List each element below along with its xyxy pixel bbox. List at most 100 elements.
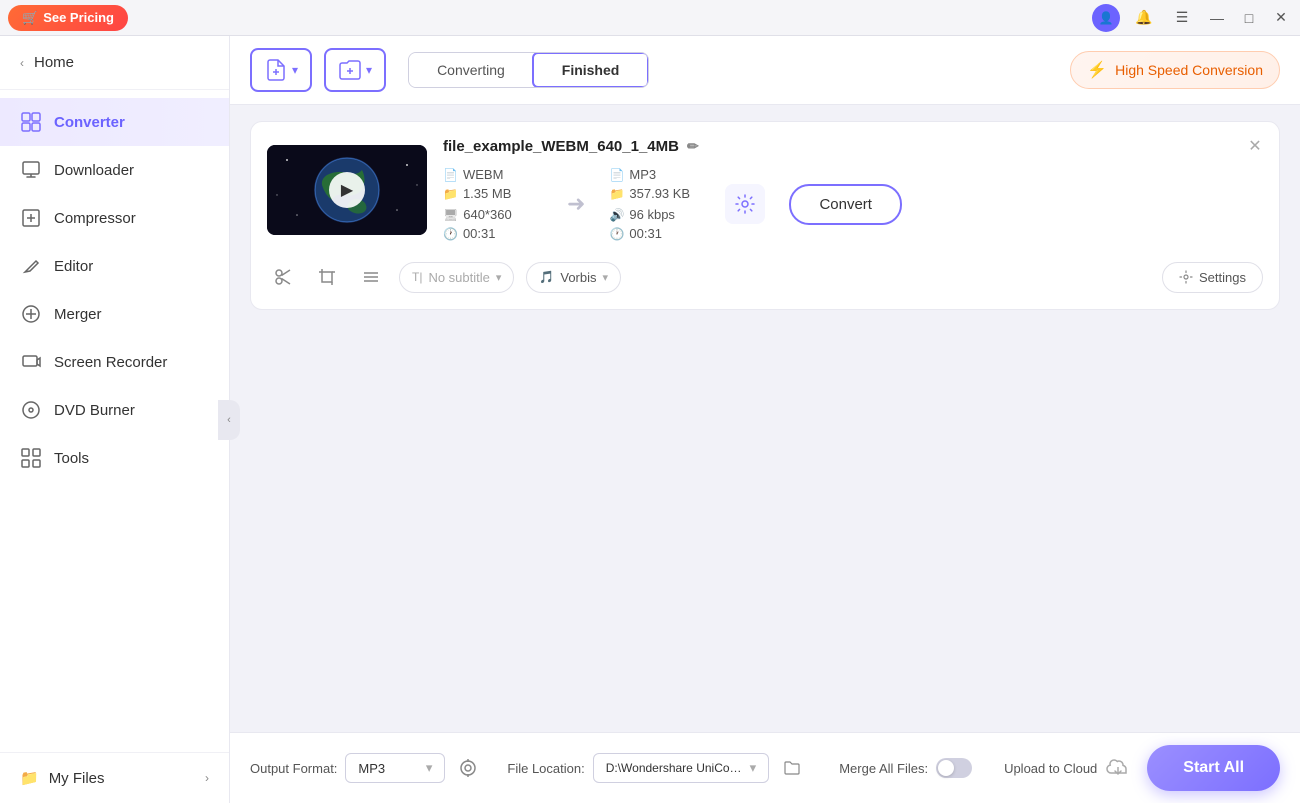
screen-recorder-icon xyxy=(20,351,42,373)
see-pricing-button[interactable]: 🛒 See Pricing xyxy=(8,5,128,31)
output-format-value: MP3 xyxy=(358,761,385,776)
crop-button[interactable] xyxy=(311,261,343,293)
sidebar-item-label: Merger xyxy=(54,306,102,323)
hamburger-icon[interactable]: ☰ xyxy=(1168,4,1196,32)
minimize-button[interactable]: — xyxy=(1206,7,1228,29)
browse-folder-button[interactable] xyxy=(777,753,807,783)
file-thumbnail[interactable]: ▶ xyxy=(267,145,427,235)
convert-arrow: ➜ xyxy=(551,191,601,217)
edit-icon[interactable]: ✏ xyxy=(687,138,699,155)
sidebar-item-label: Compressor xyxy=(54,210,136,227)
maximize-button[interactable]: □ xyxy=(1238,7,1260,29)
settings-label: Settings xyxy=(1199,270,1246,285)
target-folder-icon: 📁 xyxy=(609,187,624,201)
source-resolution: 🖥 640*360 xyxy=(443,207,543,222)
close-card-button[interactable]: ✕ xyxy=(1243,134,1267,158)
filename-text: file_example_WEBM_640_1_4MB xyxy=(443,138,679,155)
source-size-value: 1.35 MB xyxy=(463,186,511,201)
output-format-label: Output Format: xyxy=(250,761,337,776)
app-layout: ‹ Home Converter xyxy=(0,36,1300,803)
target-size: 📁 357.93 KB xyxy=(609,186,709,201)
target-duration-value: 00:31 xyxy=(629,226,662,241)
user-icon: 👤 xyxy=(1099,11,1114,25)
user-avatar[interactable]: 👤 xyxy=(1092,4,1120,32)
target-bitrate: 🔊 96 kbps xyxy=(609,207,709,222)
notification-icon[interactable]: 🔔 xyxy=(1130,4,1158,32)
target-file-icon: 📄 xyxy=(609,168,624,182)
sidebar-item-tools[interactable]: Tools xyxy=(0,434,229,482)
merge-label: Merge All Files: xyxy=(839,761,928,776)
add-file-button[interactable]: ▾ xyxy=(250,48,312,92)
tab-finished[interactable]: Finished xyxy=(532,52,650,88)
sidebar-item-label: Downloader xyxy=(54,162,134,179)
file-card-bottom: T| No subtitle ▾ 🎵 Vorbis ▾ xyxy=(267,253,1263,293)
cart-icon: 🛒 xyxy=(22,10,38,26)
folder-icon: 📁 xyxy=(443,187,458,201)
audio-waves-icon: 🎵 xyxy=(539,270,554,284)
clock-icon: 🕐 xyxy=(443,227,458,241)
sidebar-collapse-button[interactable]: ‹ xyxy=(218,400,240,440)
convert-button[interactable]: Convert xyxy=(789,184,902,225)
target-size-value: 357.93 KB xyxy=(629,186,690,201)
close-button[interactable]: ✕ xyxy=(1270,7,1292,29)
sidebar-item-converter[interactable]: Converter xyxy=(0,98,229,146)
format-chevron-icon: ▾ xyxy=(426,760,433,776)
file-info: file_example_WEBM_640_1_4MB ✏ 📄 WEBM xyxy=(443,138,1263,241)
source-meta-group: 📄 WEBM 📁 1.35 MB 🖥 640*360 xyxy=(443,167,543,241)
file-meta: 📄 WEBM 📁 1.35 MB 🖥 640*360 xyxy=(443,167,1263,241)
main-content: ▾ ▾ Converting Finished ⚡ High Speed Con… xyxy=(230,36,1300,803)
bottom-bar: Output Format: MP3 ▾ File Location: xyxy=(230,732,1300,803)
merge-toggle[interactable] xyxy=(936,758,972,778)
sidebar: ‹ Home Converter xyxy=(0,36,230,803)
file-icon: 📄 xyxy=(443,168,458,182)
file-location-select[interactable]: D:\Wondershare UniConverter t ▾ xyxy=(593,753,770,783)
sidebar-item-dvd-burner[interactable]: DVD Burner xyxy=(0,386,229,434)
add-file-icon xyxy=(264,58,288,82)
back-arrow-icon: ‹ xyxy=(20,56,24,70)
sidebar-item-label: Editor xyxy=(54,258,93,275)
scan-icon xyxy=(458,758,478,778)
source-duration-value: 00:31 xyxy=(463,226,496,241)
high-speed-button[interactable]: ⚡ High Speed Conversion xyxy=(1070,51,1280,89)
source-resolution-value: 640*360 xyxy=(463,207,511,222)
merger-icon xyxy=(20,303,42,325)
sidebar-item-label: Converter xyxy=(54,114,125,131)
effects-button[interactable] xyxy=(355,261,387,293)
source-format: 📄 WEBM xyxy=(443,167,543,182)
sidebar-my-files[interactable]: 📁 My Files › xyxy=(0,752,229,803)
sidebar-item-label: Tools xyxy=(54,450,89,467)
output-format-group: Output Format: MP3 ▾ xyxy=(250,753,483,783)
source-duration: 🕐 00:31 xyxy=(443,226,543,241)
file-area: ✕ xyxy=(230,105,1300,732)
sidebar-item-compressor[interactable]: Compressor xyxy=(0,194,229,242)
scan-button[interactable] xyxy=(453,753,483,783)
upload-to-cloud-label: Upload to Cloud xyxy=(1004,761,1097,776)
tab-converting[interactable]: Converting xyxy=(409,53,533,87)
toggle-knob xyxy=(938,760,954,776)
play-button[interactable]: ▶ xyxy=(329,172,365,208)
format-settings-button[interactable] xyxy=(725,184,765,224)
cloud-icon xyxy=(1105,757,1131,777)
sidebar-nav: Converter Downloader xyxy=(0,90,229,752)
trim-button[interactable] xyxy=(267,261,299,293)
sidebar-item-downloader[interactable]: Downloader xyxy=(0,146,229,194)
file-location-value: D:\Wondershare UniConverter t xyxy=(606,761,746,775)
start-all-button[interactable]: Start All xyxy=(1147,745,1280,791)
subtitle-dropdown[interactable]: T| No subtitle ▾ xyxy=(399,262,514,293)
settings-button[interactable]: Settings xyxy=(1162,262,1263,293)
sidebar-item-screen-recorder[interactable]: Screen Recorder xyxy=(0,338,229,386)
file-location-group: File Location: D:\Wondershare UniConvert… xyxy=(507,753,807,783)
cloud-icon-button[interactable] xyxy=(1105,757,1131,780)
output-format-select[interactable]: MP3 ▾ xyxy=(345,753,445,783)
sidebar-home[interactable]: ‹ Home xyxy=(0,36,229,90)
effects-icon xyxy=(362,268,380,286)
file-card: ✕ xyxy=(250,121,1280,310)
add-folder-button[interactable]: ▾ xyxy=(324,48,386,92)
gear-icon xyxy=(734,193,756,215)
scissors-icon xyxy=(274,268,292,286)
home-label: Home xyxy=(34,54,74,71)
sidebar-item-editor[interactable]: Editor xyxy=(0,242,229,290)
audio-track-dropdown[interactable]: 🎵 Vorbis ▾ xyxy=(526,262,621,293)
lightning-icon: ⚡ xyxy=(1087,60,1107,80)
sidebar-item-merger[interactable]: Merger xyxy=(0,290,229,338)
